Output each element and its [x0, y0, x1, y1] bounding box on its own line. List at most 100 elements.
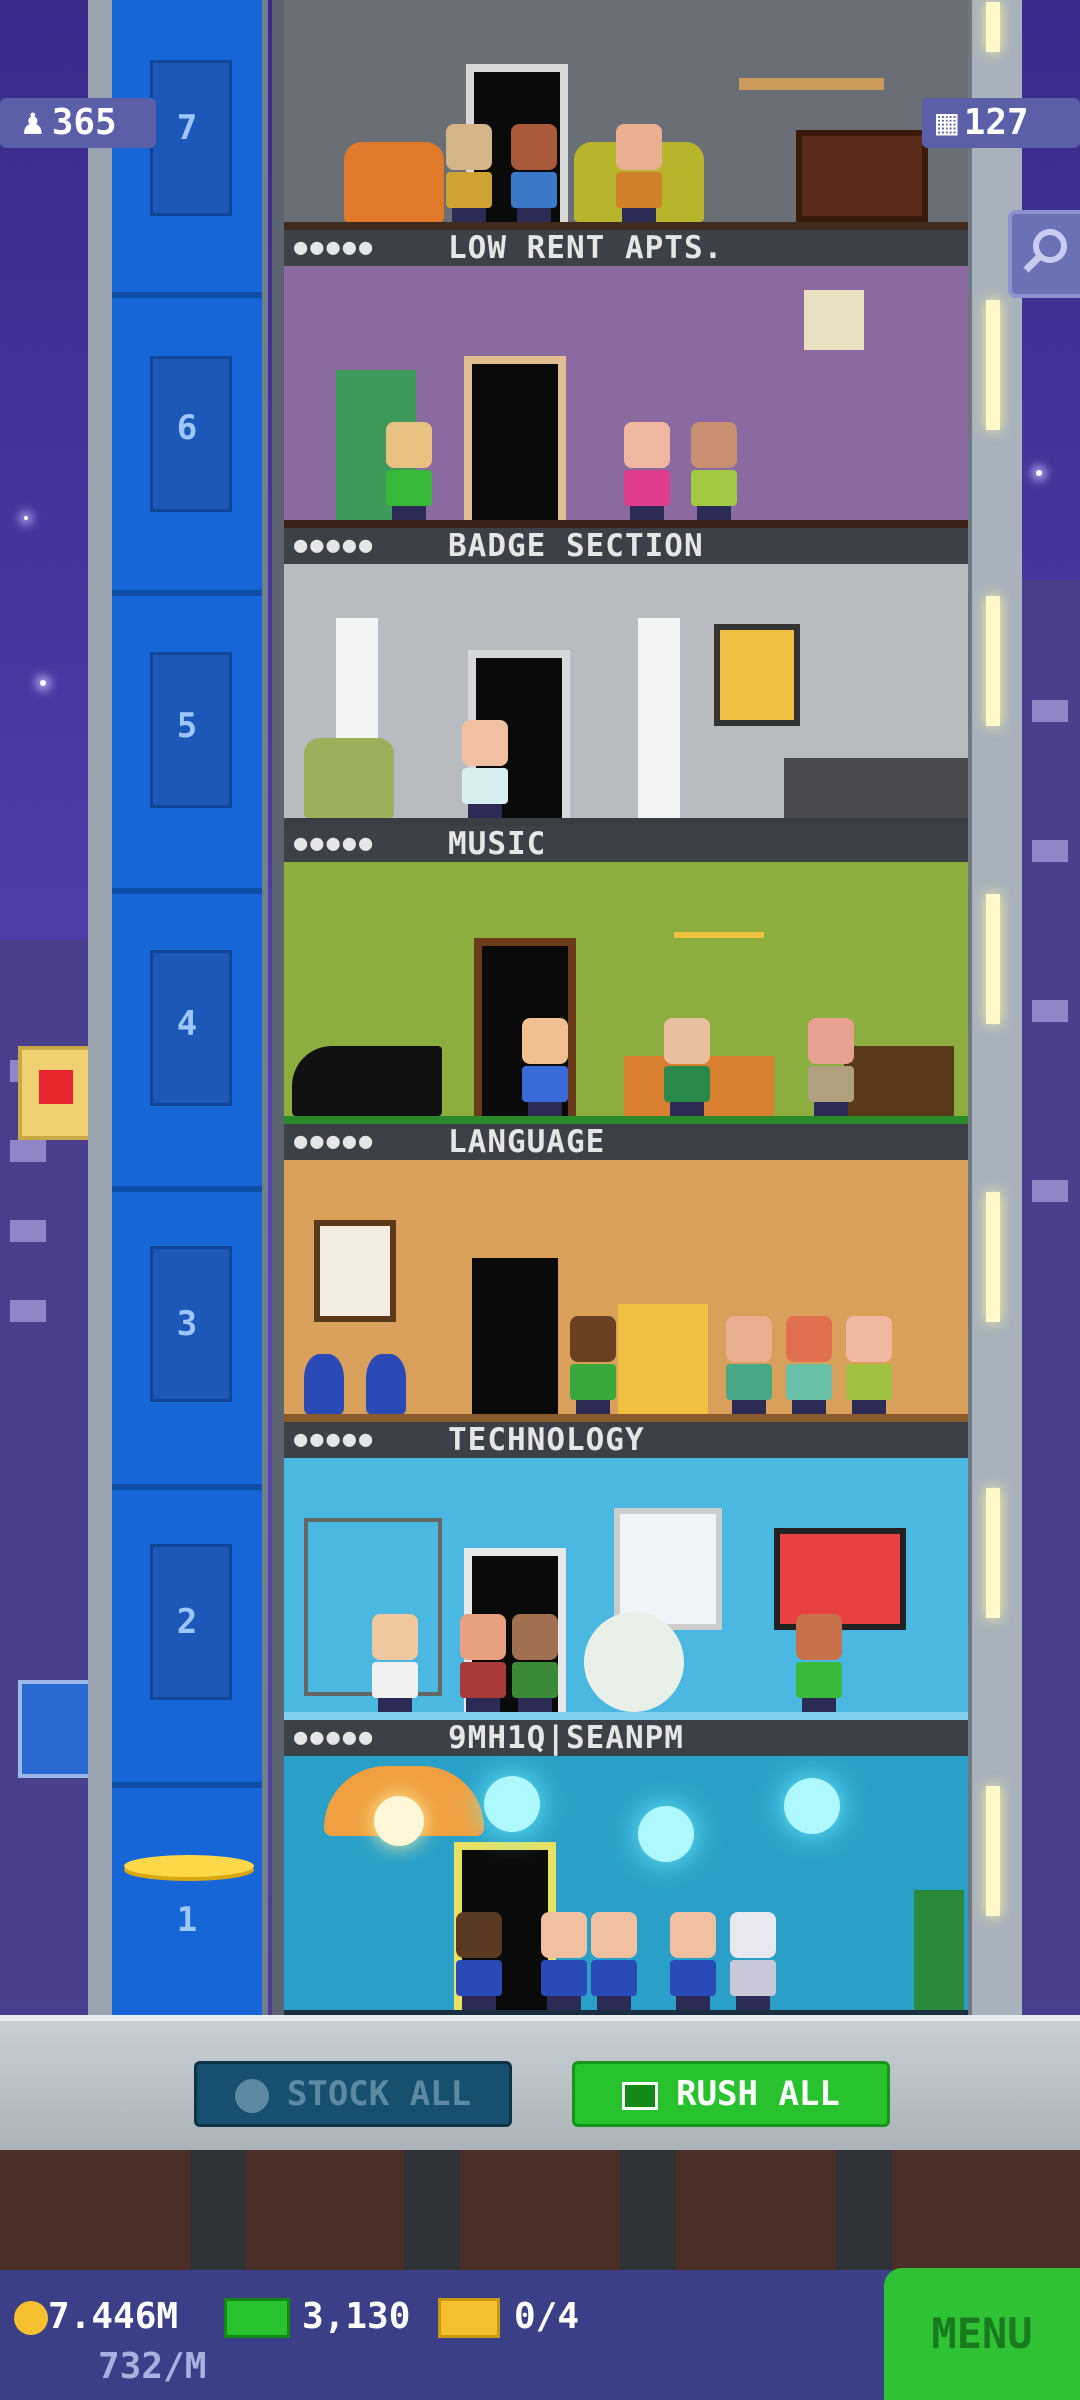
- tenant: [689, 422, 739, 520]
- floor-lobby[interactable]: ●●●●● 9MH1Q|SEANPM: [284, 1720, 968, 2018]
- elevator-car[interactable]: [124, 1855, 254, 1877]
- armchair-icon: [304, 738, 394, 818]
- window-light: [986, 1488, 1000, 1618]
- floor-label: ●●●●● LOW RENT APTS.: [284, 230, 968, 266]
- floor-7-room[interactable]: [284, 0, 968, 230]
- tenant: [784, 1316, 834, 1414]
- floor-music[interactable]: ●●●●● MUSIC: [284, 826, 968, 1124]
- tenant: [589, 1912, 639, 2010]
- window-light: [986, 1786, 1000, 1916]
- search-button[interactable]: [1008, 210, 1080, 298]
- floor-name: TECHNOLOGY: [448, 1422, 645, 1458]
- population-counter[interactable]: ♟ 365: [0, 98, 156, 148]
- painting-icon: [314, 1220, 396, 1322]
- basement-pillar: [620, 2150, 676, 2270]
- billboard-fries-icon: [18, 1046, 94, 1140]
- tenant: [509, 124, 559, 222]
- sky-star: [1036, 470, 1042, 476]
- floor-name: 9MH1Q|SEANPM: [448, 1720, 684, 1756]
- door: [464, 1250, 566, 1414]
- action-bar: STOCK ALL RUSH ALL: [0, 2015, 1080, 2156]
- door: [464, 356, 566, 520]
- floor-label: ●●●●● MUSIC: [284, 826, 968, 862]
- tenant: [370, 1614, 420, 1712]
- tenant: [662, 1018, 712, 1116]
- coin-icon: [14, 2301, 48, 2335]
- tenant: [384, 422, 434, 520]
- fireplace-icon: [844, 1046, 954, 1116]
- tenant: [622, 422, 672, 520]
- elevator-floor-number: 4: [176, 1004, 198, 1044]
- glow-orb-icon: [784, 1778, 840, 1834]
- bux-display[interactable]: 3,130: [224, 2296, 410, 2338]
- rush-all-label: RUSH ALL: [676, 2074, 840, 2114]
- bux-value: 3,130: [302, 2296, 411, 2337]
- elevator-floor-number: 1: [176, 1900, 198, 1940]
- tv-icon: [796, 130, 928, 222]
- floor-label: ●●●●● TECHNOLOGY: [284, 1422, 968, 1458]
- lamp-icon: [374, 1796, 424, 1846]
- basement: [0, 2150, 1080, 2270]
- floor-stars: ●●●●●: [294, 1129, 376, 1154]
- floor-name: LANGUAGE: [448, 1124, 606, 1160]
- tickets-display[interactable]: 0/4: [438, 2296, 579, 2338]
- window-light: [986, 2, 1000, 52]
- rush-all-button[interactable]: RUSH ALL: [572, 2061, 890, 2127]
- tenant: [520, 1018, 570, 1116]
- floor-label: ●●●●● 9MH1Q|SEANPM: [284, 1720, 968, 1756]
- vase-icon: [304, 1354, 344, 1414]
- tenant: [510, 1614, 560, 1712]
- window-light: [986, 894, 1000, 1024]
- window-light: [986, 1192, 1000, 1322]
- floors-value: 127: [963, 102, 1029, 143]
- floor-name: LOW RENT APTS.: [448, 230, 724, 266]
- coins-value: 7.446M: [48, 2296, 179, 2337]
- tenant: [458, 1614, 508, 1712]
- floor-technology[interactable]: ●●●●● TECHNOLOGY: [284, 1422, 968, 1720]
- stock-all-button[interactable]: STOCK ALL: [194, 2061, 512, 2127]
- menu-button[interactable]: MENU: [884, 2268, 1080, 2400]
- glow-orb-icon: [484, 1776, 540, 1832]
- elevator-floor-number: 3: [176, 1304, 198, 1344]
- sky-star: [24, 516, 28, 520]
- robot-tenant: [728, 1912, 778, 2010]
- arcade-icon: [804, 290, 864, 350]
- tenant: [444, 124, 494, 222]
- ticket-icon: [438, 2298, 500, 2338]
- pillar-icon: [638, 618, 680, 818]
- bux-icon: [622, 2081, 659, 2110]
- tickets-value: 0/4: [514, 2296, 580, 2337]
- basement-pillar: [404, 2150, 460, 2270]
- floor-stars: ●●●●●: [294, 831, 376, 856]
- shelf-icon: [739, 78, 884, 90]
- floor-name: MUSIC: [448, 826, 547, 862]
- floor-label: ●●●●● BADGE SECTION: [284, 528, 968, 564]
- kitchen-counter-icon: [784, 758, 968, 818]
- billboard-screen-icon: [18, 1680, 94, 1778]
- vase-icon: [366, 1354, 406, 1414]
- stock-all-label: STOCK ALL: [286, 2074, 472, 2114]
- population-value: 365: [51, 102, 117, 143]
- building-icon: ▦: [936, 102, 958, 143]
- floor-stars: ●●●●●: [294, 235, 376, 260]
- floor-low-rent-apts[interactable]: ●●●●● LOW RENT APTS.: [284, 230, 968, 528]
- painting-icon: [714, 624, 800, 726]
- floors-counter[interactable]: ▦ 127: [922, 98, 1080, 148]
- plant-icon: [914, 1890, 964, 2010]
- tenant: [454, 1912, 504, 2010]
- throne-icon: [618, 1304, 708, 1414]
- floor-badge-section[interactable]: ●●●●● BADGE SECTION: [284, 528, 968, 826]
- tenant: [668, 1912, 718, 2010]
- coins-display[interactable]: 7.446M: [14, 2296, 178, 2337]
- coins-rate: 732/M: [98, 2346, 207, 2387]
- floor-label: ●●●●● LANGUAGE: [284, 1124, 968, 1160]
- chandelier-icon: [674, 892, 764, 938]
- window-light: [986, 300, 1000, 430]
- floor-language[interactable]: ●●●●● LANGUAGE: [284, 1124, 968, 1422]
- tenant: [724, 1316, 774, 1414]
- piano-icon: [292, 1046, 442, 1116]
- elevator-floor-number: 6: [176, 408, 198, 448]
- glow-orb-icon: [638, 1806, 694, 1862]
- floor-stars: ●●●●●: [294, 533, 376, 558]
- tenant: [460, 720, 510, 818]
